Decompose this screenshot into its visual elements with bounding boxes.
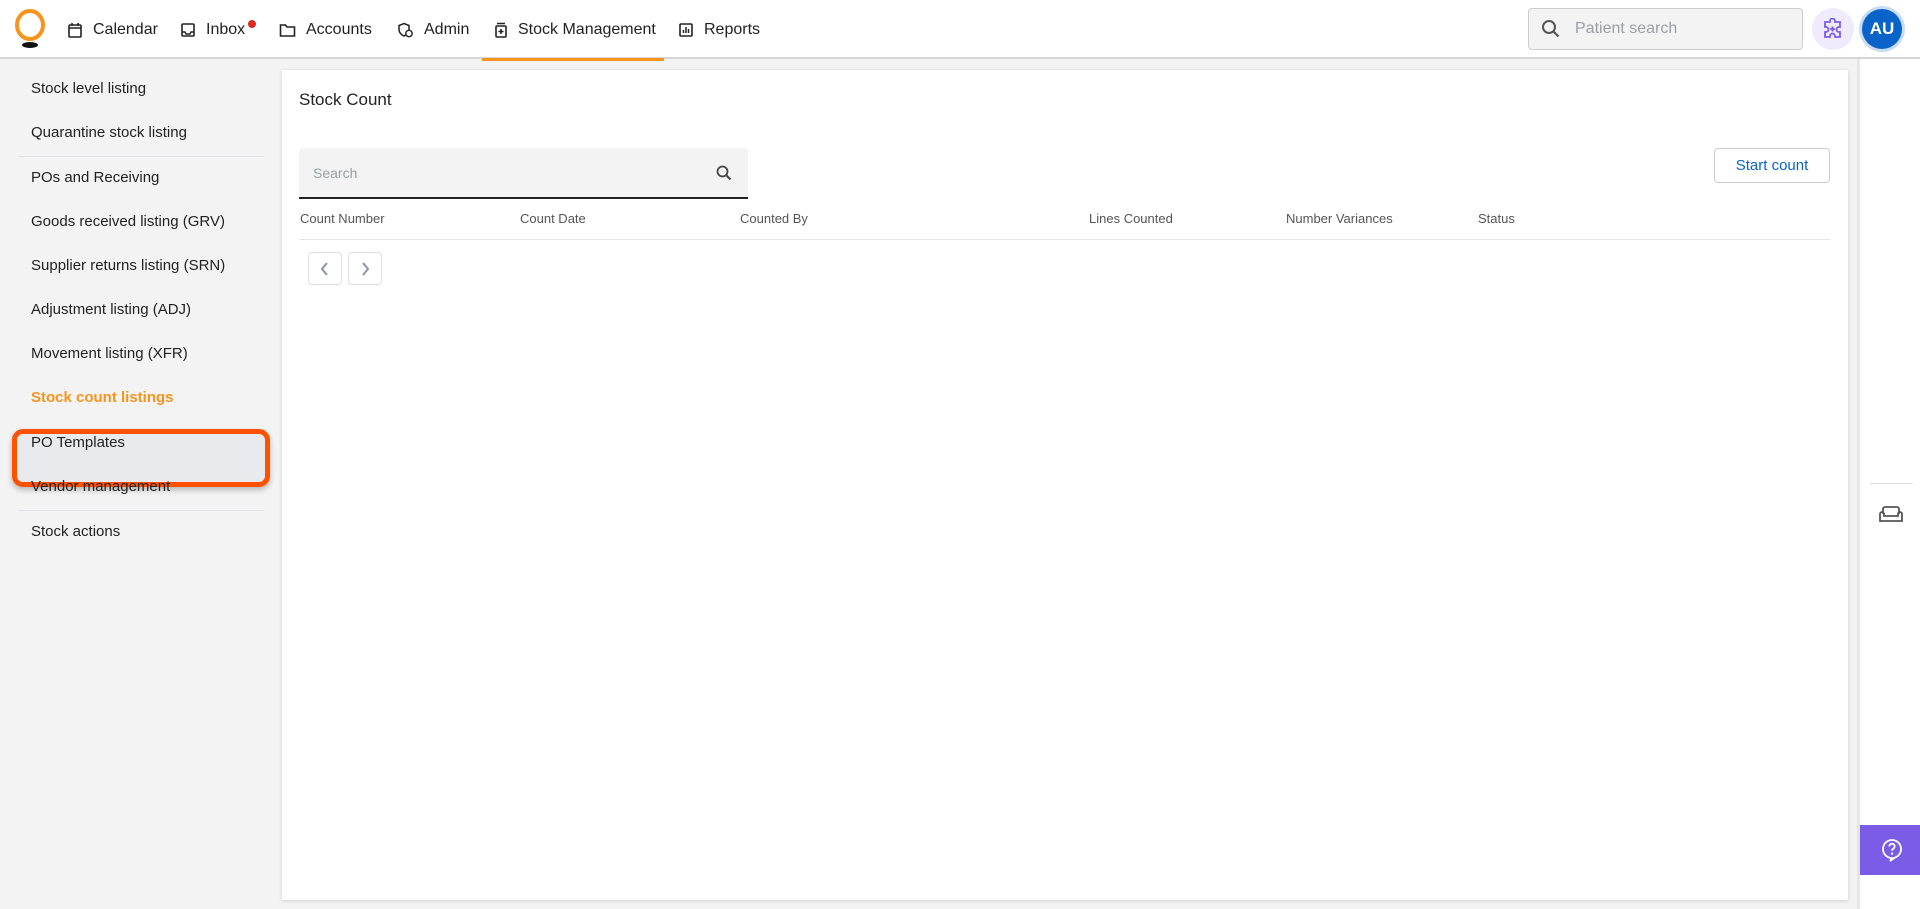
sidebar-item-pos-and-receiving[interactable]: POs and Receiving bbox=[31, 156, 159, 200]
column-header-count-date[interactable]: Count Date bbox=[520, 211, 586, 226]
patient-search[interactable] bbox=[1528, 8, 1803, 50]
sidebar-item-adj[interactable]: Adjustment listing (ADJ) bbox=[31, 288, 191, 332]
previous-page-button[interactable] bbox=[308, 252, 342, 285]
app-logo[interactable] bbox=[13, 9, 47, 51]
right-rail bbox=[1857, 59, 1920, 909]
nav-calendar[interactable]: Calendar bbox=[67, 0, 158, 59]
calendar-icon bbox=[68, 22, 82, 38]
puzzle-icon bbox=[1824, 18, 1841, 38]
nav-label: Admin bbox=[424, 20, 470, 38]
waiting-room-icon[interactable] bbox=[1878, 505, 1904, 525]
nav-label: Reports bbox=[704, 20, 761, 38]
sidebar-item-xfr[interactable]: Movement listing (XFR) bbox=[31, 332, 188, 376]
help-button[interactable] bbox=[1860, 825, 1920, 875]
notification-dot bbox=[248, 20, 256, 28]
medicine-icon bbox=[495, 22, 507, 38]
user-avatar[interactable]: AU bbox=[1862, 9, 1902, 49]
sidebar-item-stock-count-listings[interactable]: Stock count listings bbox=[31, 376, 174, 420]
sidebar: Stock level listing Quarantine stock lis… bbox=[0, 59, 282, 909]
nav-admin[interactable]: Admin bbox=[397, 0, 469, 59]
nav-accounts[interactable]: Accounts bbox=[279, 0, 372, 59]
nav-label: Calendar bbox=[93, 20, 158, 38]
sidebar-item-stock-level-listing[interactable]: Stock level listing bbox=[31, 67, 146, 111]
help-icon bbox=[1881, 839, 1902, 862]
folder-icon bbox=[279, 23, 296, 37]
rail-divider bbox=[1870, 483, 1913, 484]
patient-search-input[interactable] bbox=[1575, 20, 1795, 38]
chevron-left-icon bbox=[320, 261, 328, 276]
page-title: Stock Count bbox=[299, 90, 392, 109]
search-icon[interactable] bbox=[716, 165, 732, 181]
column-header-lines-counted[interactable]: Lines Counted bbox=[1089, 211, 1173, 226]
avatar-initials: AU bbox=[1869, 19, 1895, 38]
next-page-button[interactable] bbox=[348, 252, 382, 285]
sidebar-item-stock-actions[interactable]: Stock actions bbox=[31, 510, 120, 554]
chevron-right-icon bbox=[362, 261, 370, 276]
nav-reports[interactable]: Reports bbox=[678, 0, 760, 59]
search-field[interactable] bbox=[299, 148, 748, 199]
column-header-count-number[interactable]: Count Number bbox=[300, 211, 385, 226]
top-navbar: Calendar Inbox Accounts Admin Stock Mana… bbox=[0, 0, 1920, 61]
column-header-counted-by[interactable]: Counted By bbox=[740, 211, 808, 226]
admin-icon bbox=[398, 22, 413, 37]
column-header-number-variances[interactable]: Number Variances bbox=[1286, 211, 1393, 226]
nav-label: Inbox bbox=[206, 20, 246, 38]
nav-label: Accounts bbox=[306, 20, 372, 38]
search-input[interactable] bbox=[313, 164, 716, 181]
sidebar-item-vendor-management[interactable]: Vendor management bbox=[31, 465, 170, 509]
extensions-button[interactable] bbox=[1812, 8, 1854, 50]
column-header-status[interactable]: Status bbox=[1478, 211, 1515, 226]
nav-label: Stock Management bbox=[518, 20, 656, 38]
sidebar-item-grv[interactable]: Goods received listing (GRV) bbox=[31, 200, 225, 244]
inbox-icon bbox=[181, 22, 195, 37]
nav-stock-management[interactable]: Stock Management bbox=[482, 0, 664, 61]
stock-count-panel: Stock Count Start count Count Number Cou… bbox=[282, 70, 1848, 900]
start-count-button[interactable]: Start count bbox=[1714, 148, 1830, 183]
reports-icon bbox=[679, 22, 693, 37]
nav-inbox[interactable]: Inbox bbox=[180, 0, 245, 59]
search-icon bbox=[1542, 20, 1560, 38]
sidebar-item-quarantine-stock-listing[interactable]: Quarantine stock listing bbox=[31, 111, 187, 155]
sidebar-item-srn[interactable]: Supplier returns listing (SRN) bbox=[31, 244, 225, 288]
sidebar-item-po-templates[interactable]: PO Templates bbox=[31, 421, 125, 465]
table-divider bbox=[299, 239, 1830, 240]
